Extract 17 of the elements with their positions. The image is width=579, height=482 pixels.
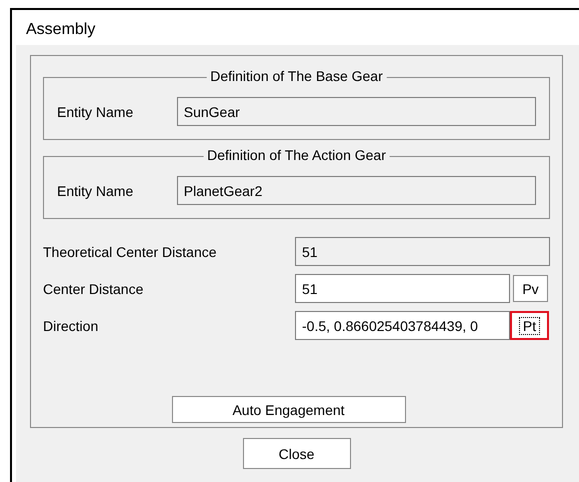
pick-button[interactable]: Pt [510, 311, 549, 340]
group-title: Definition of The Base Gear [206, 68, 387, 84]
pick-button[interactable]: Pv [513, 275, 548, 302]
window-title: Assembly [25, 20, 96, 40]
group-title: Definition of The Action Gear [203, 147, 390, 163]
field-label: Entity Name [57, 104, 134, 120]
field-label: Direction [43, 318, 100, 334]
text-field[interactable]: -0.5, 0.866025403784439, 0 [295, 311, 510, 340]
auto-engagement-button[interactable]: Auto Engagement [172, 396, 406, 423]
text-field[interactable]: 51 [295, 237, 550, 266]
close-button[interactable]: Close [242, 438, 350, 469]
field-label: Center Distance [43, 280, 144, 296]
text-field[interactable]: SunGear [176, 97, 536, 126]
field-label: Entity Name [57, 182, 134, 198]
field-label: Theoretical Center Distance [43, 244, 218, 260]
text-field[interactable]: PlanetGear2 [176, 176, 536, 205]
text-field[interactable]: 51 [295, 274, 510, 303]
